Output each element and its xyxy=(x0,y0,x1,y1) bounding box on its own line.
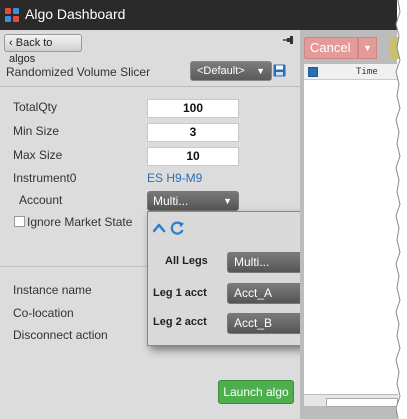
torn-edge xyxy=(395,0,407,419)
min-size-input[interactable]: 3 xyxy=(147,123,239,142)
leg1-acct-label: Leg 1 acct xyxy=(153,287,207,299)
horizontal-scrollbar[interactable] xyxy=(326,398,398,407)
preset-select-value: <Default> xyxy=(197,65,245,77)
ignore-market-state-checkbox[interactable] xyxy=(14,216,25,227)
account-label: Account xyxy=(19,193,63,207)
select-all-checkbox[interactable] xyxy=(308,67,318,77)
time-column-header[interactable]: Time xyxy=(356,67,378,77)
preset-select[interactable]: <Default> ▼ xyxy=(190,61,272,81)
disconnect-action-label: Disconnect action xyxy=(13,328,108,342)
back-to-algos-button[interactable]: ‹ Back to algos xyxy=(4,34,82,65)
algo-name: Randomized Volume Slicer xyxy=(6,65,151,79)
min-size-label: Min Size xyxy=(13,124,60,138)
chevron-down-icon: ▼ xyxy=(256,66,265,76)
chevron-left-icon: ‹ xyxy=(9,37,13,49)
ignore-market-state-label: Ignore Market State xyxy=(27,215,133,229)
chevron-down-icon: ▼ xyxy=(223,196,232,206)
app-grid-icon xyxy=(5,8,20,23)
all-legs-select-value: Multi... xyxy=(234,255,270,269)
account-select[interactable]: Multi... ▼ xyxy=(147,191,239,211)
popup-toolbar xyxy=(153,221,184,235)
instrument-link[interactable]: ES H9-M9 xyxy=(147,171,202,185)
instance-name-label: Instance name xyxy=(13,283,92,297)
orders-grid xyxy=(304,80,398,394)
save-icon[interactable] xyxy=(273,64,286,77)
cancel-dropdown-button[interactable]: ▼ xyxy=(358,37,377,59)
launch-algo-button[interactable]: Launch algo xyxy=(218,380,294,404)
instrument-label: Instrument0 xyxy=(13,171,77,185)
window-title: Algo Dashboard xyxy=(25,6,126,22)
refresh-icon[interactable] xyxy=(170,221,184,235)
leg2-acct-label: Leg 2 acct xyxy=(153,316,207,328)
max-size-label: Max Size xyxy=(13,148,63,162)
leg1-acct-select-value: Acct_A xyxy=(234,286,273,300)
max-size-input[interactable]: 10 xyxy=(147,147,239,166)
pin-icon[interactable] xyxy=(282,33,296,47)
all-legs-label: All Legs xyxy=(165,255,208,267)
account-select-value: Multi... xyxy=(153,194,189,208)
chevron-down-icon: ▼ xyxy=(363,43,372,53)
colocation-label: Co-location xyxy=(13,306,74,320)
total-qty-label: TotalQty xyxy=(13,100,58,114)
chevron-up-icon[interactable] xyxy=(153,223,166,233)
leg2-acct-select-value: Acct_B xyxy=(234,316,273,330)
total-qty-input[interactable]: 100 xyxy=(147,99,239,118)
cancel-button[interactable]: Cancel xyxy=(304,37,358,59)
divider xyxy=(0,86,300,87)
orders-grid-header xyxy=(304,64,398,80)
